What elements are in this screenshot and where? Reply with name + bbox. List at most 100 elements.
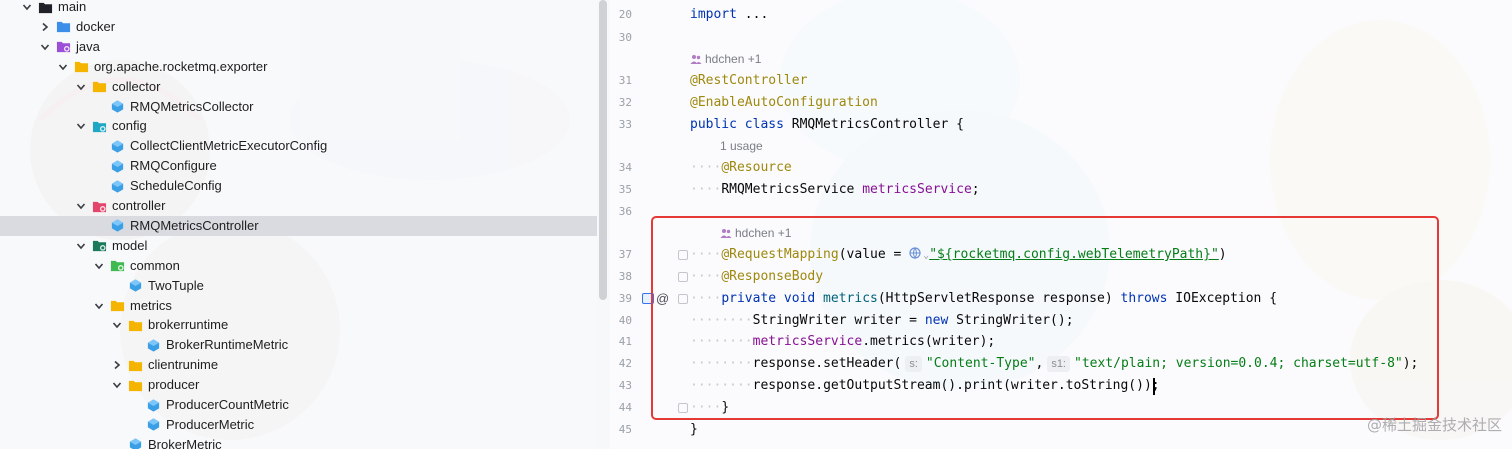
tree-item-label: producer	[148, 377, 200, 393]
chevron-down-icon[interactable]	[74, 199, 88, 213]
fold-marker[interactable]	[678, 294, 688, 304]
tree-item[interactable]: ProducerMetric	[0, 415, 597, 435]
package-icon	[92, 79, 107, 94]
fold-marker[interactable]	[678, 272, 688, 282]
code-line-32[interactable]: @EnableAutoConfiguration	[690, 92, 878, 114]
tree-item[interactable]: ProducerCountMetric	[0, 395, 597, 415]
tree-item[interactable]: ScheduleConfig	[0, 176, 597, 196]
tree-item[interactable]: brokerruntime	[0, 315, 597, 335]
code-line-38[interactable]: ····@ResponseBody	[690, 266, 823, 288]
project-tree[interactable]: main docker java org.apache.rocketmq.export…	[0, 0, 597, 449]
tree-item[interactable]: metrics	[0, 296, 597, 316]
watermark: @稀土掘金技术社区	[1366, 416, 1502, 434]
code-line-20[interactable]: import ...	[690, 4, 768, 26]
tree-item-label: org.apache.rocketmq.exporter	[94, 58, 268, 74]
class-icon	[146, 398, 161, 413]
tree-item[interactable]: collector	[0, 77, 597, 97]
class-icon	[128, 437, 143, 449]
tree-item[interactable]: main	[0, 0, 597, 17]
chevron-down-icon[interactable]	[74, 119, 88, 133]
author-hint[interactable]: hdchen +1	[720, 223, 791, 243]
package-icon	[128, 318, 143, 333]
tree-item[interactable]: docker	[0, 17, 597, 37]
class-icon	[128, 278, 143, 293]
tree-item[interactable]: config	[0, 116, 597, 136]
implements-gutter-icon[interactable]	[642, 293, 654, 304]
tree-scrollbar[interactable]	[599, 0, 607, 300]
class-icon	[146, 417, 161, 432]
code-line-44[interactable]: ····}	[690, 397, 729, 419]
package-icon	[128, 378, 143, 393]
chevron-right-icon[interactable]	[38, 20, 52, 34]
code-line-39[interactable]: ····private void metrics(HttpServletResp…	[690, 288, 1277, 310]
usage-hint[interactable]: 1 usage	[720, 136, 763, 156]
chevron-down-icon[interactable]	[38, 40, 52, 54]
tree-item[interactable]: RMQMetricsController	[0, 215, 597, 236]
tree-item[interactable]: RMQConfigure	[0, 156, 597, 176]
chevron-down-icon[interactable]	[74, 80, 88, 94]
code-line-33[interactable]: public class RMQMetricsController {	[690, 114, 964, 136]
tree-item-label: main	[58, 0, 87, 14]
code-editor[interactable]: 20 30 31 32 33 34 35 36 37 38 39 40 41 4…	[610, 0, 1512, 449]
line-number: 39	[618, 292, 632, 305]
line-number: 31	[618, 74, 632, 87]
code-line-41[interactable]: ········metricsService.metrics(writer);	[690, 331, 995, 353]
tree-item-label: ProducerCountMetric	[166, 397, 289, 412]
config-folder-icon	[92, 119, 107, 134]
tree-item[interactable]: java	[0, 37, 597, 57]
chevron-down-icon[interactable]	[74, 239, 88, 253]
code-line-42[interactable]: ········response.setHeader(s: "Content-Ty…	[690, 353, 1418, 375]
chevron-down-icon[interactable]	[56, 60, 70, 74]
text-caret	[1153, 378, 1155, 395]
tree-item-label: ScheduleConfig	[130, 178, 222, 194]
line-number: 38	[618, 270, 632, 283]
line-number: 36	[618, 205, 632, 218]
author-hint[interactable]: hdchen +1	[690, 49, 761, 69]
folder-icon	[56, 19, 71, 34]
tree-item[interactable]: controller	[0, 196, 597, 216]
package-icon	[110, 298, 125, 313]
web-url-icon[interactable]	[909, 247, 921, 259]
code-line-37[interactable]: ····@RequestMapping(value = ⌄"${rocketmq…	[690, 244, 1227, 266]
tree-item[interactable]: common	[0, 256, 597, 276]
line-number: 42	[618, 357, 632, 370]
fold-marker[interactable]	[678, 403, 688, 413]
chevron-right-icon[interactable]	[110, 358, 124, 372]
line-number: 32	[618, 96, 632, 109]
code-line-45[interactable]: }	[690, 419, 698, 441]
chevron-down-icon[interactable]	[92, 259, 106, 273]
tree-item-label: controller	[112, 198, 166, 213]
line-number: 20	[618, 8, 632, 21]
tree-item[interactable]: BrokerRuntimeMetric	[0, 335, 597, 355]
code-line-34[interactable]: ····@Resource	[690, 157, 792, 179]
tree-item[interactable]: RMQMetricsCollector	[0, 97, 597, 117]
class-icon	[110, 139, 125, 154]
chevron-down-icon[interactable]	[20, 0, 34, 14]
tree-item[interactable]: producer	[0, 375, 597, 395]
code-line-40[interactable]: ········StringWriter writer = new String…	[690, 310, 1074, 332]
param-hint: s:	[905, 356, 922, 372]
chevron-down-icon[interactable]	[92, 299, 106, 313]
chevron-down-icon[interactable]	[110, 378, 124, 392]
code-line-35[interactable]: ····RMQMetricsService metricsService;	[690, 179, 980, 201]
fold-marker[interactable]	[678, 250, 688, 260]
tree-item[interactable]: BrokerMetric	[0, 435, 597, 449]
code-line-43[interactable]: ········response.getOutputStream().print…	[690, 375, 1160, 397]
tree-item[interactable]: CollectClientMetricExecutorConfig	[0, 136, 597, 156]
code-line-31[interactable]: @RestController	[690, 70, 807, 92]
tree-item-label: RMQMetricsCollector	[130, 98, 254, 114]
tree-item[interactable]: clientrunime	[0, 355, 597, 375]
tree-item-label: BrokerMetric	[148, 436, 222, 449]
tree-item-label: CollectClientMetricExecutorConfig	[130, 138, 328, 154]
chevron-down-icon[interactable]	[110, 318, 124, 332]
users-icon	[720, 229, 732, 238]
annotation-gutter-marker[interactable]: @	[656, 288, 669, 310]
tree-item[interactable]: org.apache.rocketmq.exporter	[0, 57, 597, 77]
tree-item[interactable]: model	[0, 236, 597, 256]
tree-item[interactable]: TwoTuple	[0, 276, 597, 296]
